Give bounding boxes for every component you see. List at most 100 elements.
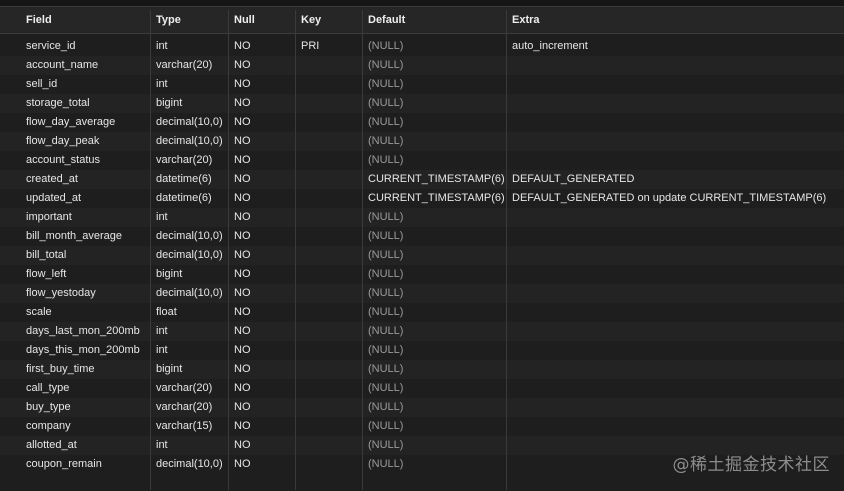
cell-field[interactable]: account_name <box>22 56 152 75</box>
cell-type[interactable]: varchar(20) <box>152 56 230 75</box>
cell-key[interactable] <box>297 94 364 113</box>
table-row[interactable]: sell_id int NO (NULL) <box>0 75 844 94</box>
cell-field[interactable]: sell_id <box>22 75 152 94</box>
table-row[interactable]: account_status varchar(20) NO (NULL) <box>0 151 844 170</box>
cell-extra[interactable] <box>508 132 844 151</box>
cell-default[interactable]: (NULL) <box>364 265 508 284</box>
cell-field[interactable]: service_id <box>22 37 152 56</box>
cell-key[interactable] <box>297 132 364 151</box>
cell-extra[interactable] <box>508 322 844 341</box>
cell-null[interactable]: NO <box>230 360 297 379</box>
cell-type[interactable]: decimal(10,0) <box>152 227 230 246</box>
cell-key[interactable] <box>297 436 364 455</box>
cell-default[interactable]: (NULL) <box>364 398 508 417</box>
table-row[interactable]: bill_total decimal(10,0) NO (NULL) <box>0 246 844 265</box>
cell-type[interactable]: varchar(20) <box>152 151 230 170</box>
cell-extra[interactable] <box>508 303 844 322</box>
table-row[interactable]: important int NO (NULL) <box>0 208 844 227</box>
cell-extra[interactable] <box>508 284 844 303</box>
cell-key[interactable] <box>297 455 364 474</box>
cell-field[interactable]: coupon_remain <box>22 455 152 474</box>
cell-default[interactable]: (NULL) <box>364 37 508 56</box>
column-divider[interactable] <box>228 10 229 490</box>
cell-extra[interactable]: DEFAULT_GENERATED <box>508 170 844 189</box>
cell-field[interactable]: flow_day_peak <box>22 132 152 151</box>
table-row[interactable]: flow_left bigint NO (NULL) <box>0 265 844 284</box>
cell-default[interactable]: (NULL) <box>364 360 508 379</box>
cell-key[interactable] <box>297 246 364 265</box>
cell-extra[interactable] <box>508 379 844 398</box>
cell-type[interactable]: varchar(20) <box>152 398 230 417</box>
cell-key[interactable] <box>297 227 364 246</box>
cell-null[interactable]: NO <box>230 56 297 75</box>
header-extra[interactable]: Extra <box>508 7 844 33</box>
cell-extra[interactable] <box>508 265 844 284</box>
cell-null[interactable]: NO <box>230 75 297 94</box>
cell-field[interactable]: days_last_mon_200mb <box>22 322 152 341</box>
table-row[interactable]: created_at datetime(6) NO CURRENT_TIMESTAMP… <box>0 170 844 189</box>
cell-extra[interactable] <box>508 246 844 265</box>
cell-field[interactable]: created_at <box>22 170 152 189</box>
cell-null[interactable]: NO <box>230 227 297 246</box>
cell-default[interactable]: (NULL) <box>364 75 508 94</box>
cell-extra[interactable]: auto_increment <box>508 37 844 56</box>
cell-default[interactable]: (NULL) <box>364 208 508 227</box>
cell-null[interactable]: NO <box>230 341 297 360</box>
cell-default[interactable]: (NULL) <box>364 227 508 246</box>
cell-default[interactable]: (NULL) <box>364 132 508 151</box>
cell-default[interactable]: (NULL) <box>364 455 508 474</box>
table-row[interactable]: call_type varchar(20) NO (NULL) <box>0 379 844 398</box>
header-type[interactable]: Type <box>152 7 230 33</box>
cell-type[interactable]: bigint <box>152 265 230 284</box>
cell-null[interactable]: NO <box>230 170 297 189</box>
cell-null[interactable]: NO <box>230 303 297 322</box>
cell-field[interactable]: flow_day_average <box>22 113 152 132</box>
table-row[interactable]: flow_day_peak decimal(10,0) NO (NULL) <box>0 132 844 151</box>
cell-default[interactable]: CURRENT_TIMESTAMP(6) <box>364 189 508 208</box>
cell-key[interactable] <box>297 265 364 284</box>
cell-key[interactable] <box>297 151 364 170</box>
cell-key[interactable]: PRI <box>297 37 364 56</box>
cell-null[interactable]: NO <box>230 189 297 208</box>
cell-type[interactable]: decimal(10,0) <box>152 246 230 265</box>
cell-field[interactable]: flow_left <box>22 265 152 284</box>
table-row[interactable]: flow_yestoday decimal(10,0) NO (NULL) <box>0 284 844 303</box>
cell-default[interactable]: (NULL) <box>364 417 508 436</box>
cell-extra[interactable] <box>508 227 844 246</box>
cell-field[interactable]: buy_type <box>22 398 152 417</box>
cell-key[interactable] <box>297 303 364 322</box>
cell-key[interactable] <box>297 360 364 379</box>
table-row[interactable]: first_buy_time bigint NO (NULL) <box>0 360 844 379</box>
cell-null[interactable]: NO <box>230 379 297 398</box>
cell-extra[interactable] <box>508 75 844 94</box>
cell-extra[interactable] <box>508 94 844 113</box>
cell-field[interactable]: updated_at <box>22 189 152 208</box>
cell-extra[interactable] <box>508 208 844 227</box>
cell-default[interactable]: (NULL) <box>364 284 508 303</box>
table-row[interactable]: days_this_mon_200mb int NO (NULL) <box>0 341 844 360</box>
cell-key[interactable] <box>297 341 364 360</box>
column-divider[interactable] <box>362 10 363 490</box>
schema-result-grid[interactable]: Field Type Null Key Default Extra service_id i… <box>0 7 844 491</box>
header-field[interactable]: Field <box>22 7 152 33</box>
cell-key[interactable] <box>297 170 364 189</box>
cell-default[interactable]: (NULL) <box>364 151 508 170</box>
cell-type[interactable]: float <box>152 303 230 322</box>
cell-type[interactable]: datetime(6) <box>152 189 230 208</box>
cell-extra[interactable] <box>508 417 844 436</box>
cell-type[interactable]: int <box>152 341 230 360</box>
header-key[interactable]: Key <box>297 7 364 33</box>
cell-type[interactable]: decimal(10,0) <box>152 284 230 303</box>
table-row[interactable]: account_name varchar(20) NO (NULL) <box>0 56 844 75</box>
cell-key[interactable] <box>297 189 364 208</box>
table-row[interactable]: storage_total bigint NO (NULL) <box>0 94 844 113</box>
table-row[interactable]: updated_at datetime(6) NO CURRENT_TIMESTAMP… <box>0 189 844 208</box>
cell-default[interactable]: (NULL) <box>364 322 508 341</box>
cell-type[interactable]: varchar(20) <box>152 379 230 398</box>
cell-extra[interactable] <box>508 341 844 360</box>
table-row[interactable]: scale float NO (NULL) <box>0 303 844 322</box>
cell-default[interactable]: (NULL) <box>364 341 508 360</box>
cell-key[interactable] <box>297 379 364 398</box>
cell-null[interactable]: NO <box>230 37 297 56</box>
cell-default[interactable]: (NULL) <box>364 379 508 398</box>
